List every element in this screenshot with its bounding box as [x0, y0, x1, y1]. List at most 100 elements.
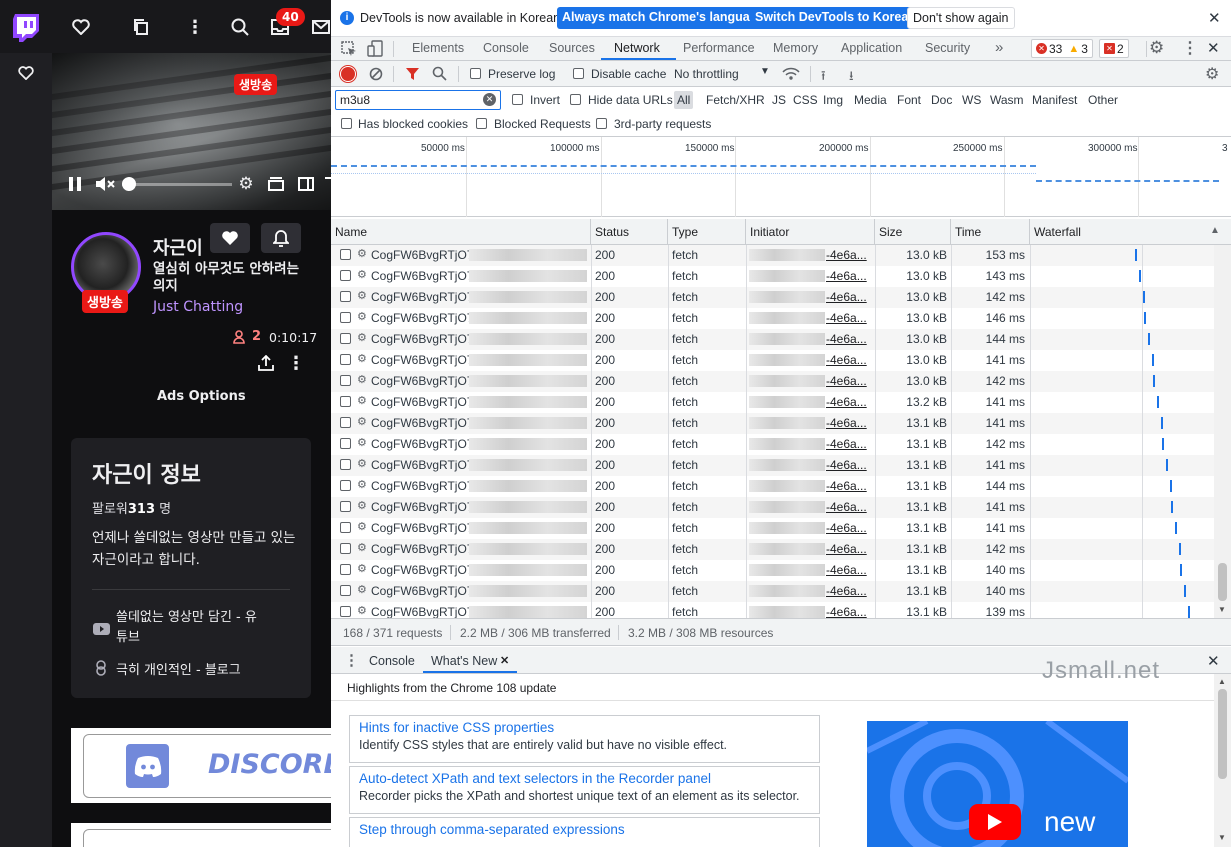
tab-elements[interactable]: Elements — [412, 41, 464, 55]
row-checkbox[interactable] — [340, 375, 351, 386]
row-checkbox[interactable] — [340, 354, 351, 365]
disable-cache-checkbox[interactable] — [573, 68, 584, 79]
request-initiator-link[interactable]: -4e6a... — [826, 374, 867, 388]
table-row[interactable]: ⚙ CogFW6BvgRTjO7 200 fetch -4e6a... 13.0… — [331, 308, 1214, 329]
infobar-close-icon[interactable]: ✕ — [1208, 9, 1221, 27]
request-initiator-link[interactable]: -4e6a... — [826, 332, 867, 346]
followed-heart-icon[interactable] — [15, 63, 37, 83]
notification-bell-button[interactable] — [261, 223, 301, 253]
request-initiator-link[interactable]: -4e6a... — [826, 248, 867, 262]
row-checkbox[interactable] — [340, 564, 351, 575]
row-checkbox[interactable] — [340, 249, 351, 260]
table-row[interactable]: ⚙ CogFW6BvgRTjO7 200 fetch -4e6a... 13.1… — [331, 476, 1214, 497]
table-row[interactable]: ⚙ CogFW6BvgRTjO7 200 fetch -4e6a... 13.0… — [331, 245, 1214, 266]
inspect-element-icon[interactable] — [341, 41, 357, 57]
tab-security[interactable]: Security — [925, 41, 970, 55]
row-checkbox[interactable] — [340, 501, 351, 512]
whats-new-card[interactable]: Step through comma-separated expressions — [349, 817, 820, 847]
table-row[interactable]: ⚙ CogFW6BvgRTjO7 200 fetch -4e6a... 13.1… — [331, 581, 1214, 602]
col-header-name[interactable]: Name — [331, 219, 591, 245]
error-warning-counter[interactable]: ✕ 33 ▲ 3 — [1031, 39, 1093, 58]
col-header-type[interactable]: Type — [668, 219, 746, 245]
type-filter-js[interactable]: JS — [772, 93, 786, 107]
tab-application[interactable]: Application — [841, 41, 902, 55]
row-checkbox[interactable] — [340, 585, 351, 596]
request-name[interactable]: CogFW6BvgRTjO7 — [371, 563, 471, 577]
twitch-logo-icon[interactable] — [12, 13, 39, 42]
table-row[interactable]: ⚙ CogFW6BvgRTjO7 200 fetch -4e6a... 13.1… — [331, 434, 1214, 455]
row-checkbox[interactable] — [340, 543, 351, 554]
card-title[interactable]: Hints for inactive CSS properties — [359, 720, 810, 735]
table-scrollbar[interactable]: ▼ — [1214, 245, 1231, 618]
tab-console[interactable]: Console — [483, 41, 529, 55]
network-overview-timeline[interactable]: 50000 ms 100000 ms 150000 ms 200000 ms 2… — [331, 137, 1231, 217]
issues-counter[interactable]: ✕ 2 — [1099, 39, 1129, 58]
col-header-time[interactable]: Time — [951, 219, 1030, 245]
request-name[interactable]: CogFW6BvgRTjO7 — [371, 500, 471, 514]
tab-sources[interactable]: Sources — [549, 41, 595, 55]
throttling-select[interactable]: No throttling — [674, 67, 739, 81]
row-checkbox[interactable] — [340, 480, 351, 491]
col-header-waterfall[interactable]: Waterfall — [1030, 219, 1231, 245]
request-name[interactable]: CogFW6BvgRTjO7 — [371, 332, 471, 346]
filter-icon[interactable] — [405, 67, 421, 81]
type-filter-other[interactable]: Other — [1088, 93, 1118, 107]
blog-link[interactable]: 극히 개인적인 - 블로그 — [116, 659, 241, 678]
request-initiator-link[interactable]: -4e6a... — [826, 290, 867, 304]
table-row[interactable]: ⚙ CogFW6BvgRTjO7 200 fetch -4e6a... 13.0… — [331, 266, 1214, 287]
blocked-cookies-checkbox[interactable] — [341, 118, 352, 129]
devtools-close-icon[interactable]: ✕ — [1207, 39, 1220, 57]
row-checkbox[interactable] — [340, 312, 351, 323]
request-name[interactable]: CogFW6BvgRTjO7 — [371, 374, 471, 388]
always-match-language-button[interactable]: Always match Chrome's language — [557, 7, 770, 29]
promo-video-thumbnail[interactable]: new — [867, 721, 1128, 847]
table-row[interactable]: ⚙ CogFW6BvgRTjO7 200 fetch -4e6a... 13.0… — [331, 350, 1214, 371]
type-filter-all[interactable]: All — [674, 91, 694, 109]
table-row[interactable]: ⚙ CogFW6BvgRTjO7 200 fetch -4e6a... 13.1… — [331, 413, 1214, 434]
invert-checkbox[interactable] — [512, 94, 523, 105]
request-name[interactable]: CogFW6BvgRTjO7 — [371, 311, 471, 325]
panel-scrollbar-thumb[interactable] — [1218, 689, 1227, 779]
preserve-log-checkbox[interactable] — [470, 68, 481, 79]
volume-slider[interactable] — [122, 177, 232, 191]
table-row[interactable]: ⚙ CogFW6BvgRTjO7 200 fetch -4e6a... 13.1… — [331, 560, 1214, 581]
request-initiator-link[interactable]: -4e6a... — [826, 500, 867, 514]
type-filter-media[interactable]: Media — [854, 93, 887, 107]
clear-filter-icon[interactable]: ✕ — [483, 93, 496, 106]
drawer-tab-whats-new[interactable]: What's New — [431, 654, 497, 668]
table-row[interactable]: ⚙ CogFW6BvgRTjO7 200 fetch -4e6a... 13.1… — [331, 455, 1214, 476]
type-filter-ws[interactable]: WS — [962, 93, 981, 107]
request-initiator-link[interactable]: -4e6a... — [826, 416, 867, 430]
browse-icon[interactable] — [129, 15, 153, 39]
drawer-close-icon[interactable]: ✕ — [1207, 652, 1220, 670]
request-name[interactable]: CogFW6BvgRTjO7 — [371, 269, 471, 283]
row-checkbox[interactable] — [340, 396, 351, 407]
row-checkbox[interactable] — [340, 606, 351, 617]
request-initiator-link[interactable]: -4e6a... — [826, 269, 867, 283]
table-row[interactable]: ⚙ CogFW6BvgRTjO7 200 fetch -4e6a... 13.1… — [331, 539, 1214, 560]
mute-icon[interactable] — [95, 175, 117, 193]
more-icon[interactable]: ⋮ — [183, 15, 207, 39]
scroll-down-icon[interactable]: ▼ — [1218, 833, 1226, 842]
drawer-menu-icon[interactable]: ⋮ — [344, 651, 359, 669]
col-header-status[interactable]: Status — [591, 219, 668, 245]
request-initiator-link[interactable]: -4e6a... — [826, 605, 867, 618]
type-filter-fetch-xhr[interactable]: Fetch/XHR — [706, 93, 765, 107]
stream-category-link[interactable]: Just Chatting — [153, 299, 243, 315]
request-name[interactable]: CogFW6BvgRTjO7 — [371, 458, 471, 472]
dont-show-again-button[interactable]: Don't show again — [907, 7, 1015, 29]
settings-gear-icon[interactable]: ⚙ — [236, 174, 256, 194]
record-icon[interactable] — [341, 67, 355, 81]
whats-new-card[interactable]: Hints for inactive CSS properties Identi… — [349, 715, 820, 763]
theatre-mode-icon[interactable] — [296, 175, 316, 193]
type-filter-doc[interactable]: Doc — [931, 93, 952, 107]
table-row[interactable]: ⚙ CogFW6BvgRTjO7 200 fetch -4e6a... 13.1… — [331, 518, 1214, 539]
row-checkbox[interactable] — [340, 522, 351, 533]
clip-icon[interactable] — [266, 175, 286, 193]
channel-name[interactable]: 자근이 — [153, 234, 203, 260]
table-row[interactable]: ⚙ CogFW6BvgRTjO7 200 fetch -4e6a... 13.0… — [331, 329, 1214, 350]
request-initiator-link[interactable]: -4e6a... — [826, 311, 867, 325]
pause-icon[interactable] — [66, 175, 84, 193]
network-settings-gear-icon[interactable]: ⚙ — [1205, 64, 1219, 84]
more-tabs-chevron-icon[interactable]: » — [995, 39, 1003, 56]
